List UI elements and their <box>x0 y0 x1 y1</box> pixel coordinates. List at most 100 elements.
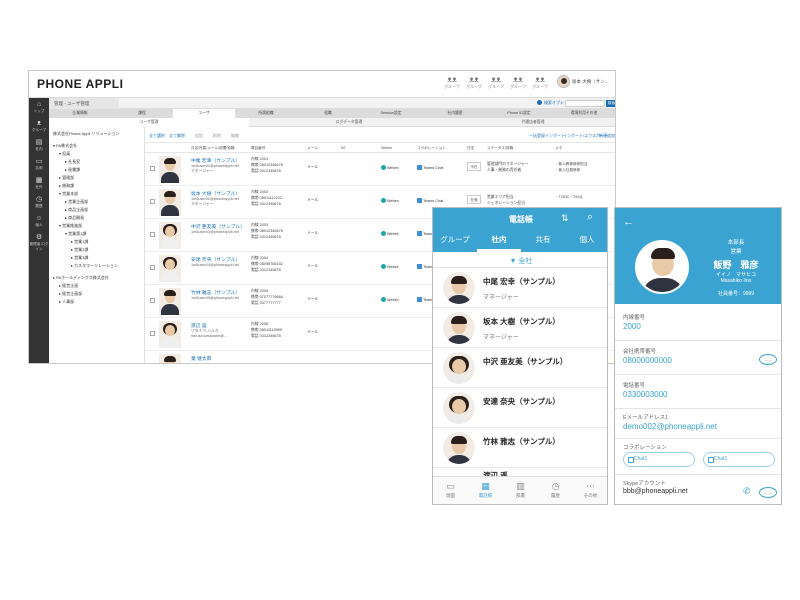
row-checkbox[interactable] <box>150 232 155 237</box>
tab-user[interactable]: ユーザ <box>173 109 235 118</box>
row-checkbox[interactable] <box>150 298 155 303</box>
nav-department[interactable]: ▥ 部署 <box>503 480 538 500</box>
subtab-agency[interactable]: 代理店者管理 <box>449 118 615 127</box>
tab-group[interactable]: グループ <box>433 234 477 245</box>
mobile-number[interactable]: 携帯 08011119999 <box>251 328 282 333</box>
extension-value[interactable]: 2000 <box>623 322 641 331</box>
search-input[interactable] <box>565 100 605 107</box>
webex-link[interactable]: Webex <box>381 165 399 170</box>
tab-position[interactable]: 役職 <box>297 109 359 118</box>
tree-node[interactable]: ▸ 営業1課 <box>71 239 88 244</box>
user-name-link[interactable]: 葉 健太郎 <box>191 355 212 362</box>
chat-button[interactable]: Chat1 <box>703 452 775 467</box>
tree-node[interactable]: ▸ 商品開発 <box>65 215 84 220</box>
tab-course[interactable]: 課程 <box>111 109 173 118</box>
email-value[interactable]: demo002@phoneappli.net <box>623 422 717 431</box>
tree-node[interactable]: ▾ 営業本部 <box>59 191 78 196</box>
teams-chat-link[interactable]: Teams Chat <box>417 165 443 170</box>
extension-number[interactable]: 内線 2006 <box>251 322 268 327</box>
contact-item[interactable]: 坂本 大樹（サンプル） マネージャー <box>433 308 607 348</box>
row-checkbox[interactable] <box>150 199 155 204</box>
group-shortcut[interactable]: ᴥᴥ グループ <box>443 75 461 95</box>
webex-link[interactable]: Webex <box>381 297 399 302</box>
teams-chat-link[interactable]: Teams Chat <box>417 198 443 203</box>
contact-item[interactable]: 竹林 雅志（サンプル） <box>433 428 607 468</box>
select-all-link[interactable]: 全て選択 <box>149 133 165 139</box>
tab-phone-id[interactable]: Phone ID設定 <box>487 109 551 118</box>
tree-node[interactable]: ▸ 経営企画 <box>59 283 78 288</box>
chat-bubble-icon[interactable]: … <box>759 487 777 498</box>
tree-root[interactable]: 株式会社Phone Appli ソリューション <box>53 131 143 136</box>
back-arrow-icon[interactable]: ← <box>623 216 634 228</box>
phone-icon[interactable]: ✆ <box>743 486 751 497</box>
deselect-all-link[interactable]: 全て解除 <box>169 133 185 139</box>
table-row[interactable]: 中尾 宏幸（サンプル） 1m5user01@phoneappli.net マネー… <box>145 153 615 186</box>
tree-node[interactable]: ▾ PA株式会社 <box>53 143 77 148</box>
extension-number[interactable]: 内線 2005 <box>251 289 268 294</box>
user-name-link[interactable]: 竹林 雅志（サンプル） <box>191 289 240 296</box>
phone-number[interactable]: 電話 0312345678 <box>251 334 281 339</box>
row-checkbox[interactable] <box>150 331 155 336</box>
user-name-link[interactable]: 渡辺 遥 <box>191 322 207 329</box>
sidebar-item-external[interactable]: ▦ 社外 <box>29 177 49 190</box>
tree-node[interactable]: ▸ 営業企画部 <box>65 199 88 204</box>
user-name-link[interactable]: 安達 奈央（サンプル） <box>191 256 240 263</box>
tab-shared[interactable]: 共有 <box>521 234 565 245</box>
group-shortcut[interactable]: ᴥᴥ グループ <box>465 75 483 95</box>
webex-link[interactable]: Webex <box>381 198 399 203</box>
user-name-link[interactable]: 中沢 亜友美（サンプル） <box>191 223 245 230</box>
edit-link[interactable]: 編集 <box>231 133 239 139</box>
search-icon[interactable]: ⌕ <box>587 211 593 224</box>
chat-bubble-icon[interactable]: … <box>759 354 777 365</box>
tab-company[interactable]: 企業情報 <box>49 109 111 118</box>
mail-link[interactable]: メール <box>307 231 318 236</box>
tree-node[interactable]: ▾ 営業推進部 <box>59 223 82 228</box>
tree-node[interactable]: ▾ 役員 <box>59 151 70 156</box>
phone-number[interactable]: 電話 0312345678 <box>251 202 281 207</box>
nav-more[interactable]: ⋯ その他 <box>573 480 607 500</box>
tab-personal[interactable]: 個人 <box>565 234 607 245</box>
tree-node[interactable]: ▸ 営業3課 <box>71 255 88 260</box>
phone-number[interactable]: 電話 0312345678 <box>251 268 281 273</box>
user-name[interactable]: 坂本 大樹（サン... <box>572 79 615 85</box>
mobile-number[interactable]: 携帯 08098765432 <box>251 262 283 267</box>
subtab-user-management[interactable]: ユーザ管理 <box>49 118 249 127</box>
webex-link[interactable]: Webex <box>381 231 399 236</box>
extension-number[interactable]: 内線 2001 <box>251 157 268 162</box>
group-shortcut[interactable]: ᴥᴥ グループ <box>487 75 505 95</box>
phone-number[interactable]: 電話 0377777777 <box>251 301 281 306</box>
mobile-number[interactable]: 携帯 08012345678 <box>251 229 283 234</box>
row-checkbox[interactable] <box>150 265 155 270</box>
tree-node[interactable]: ▸ 商品企画部 <box>65 207 88 212</box>
search-button[interactable]: 検索 <box>606 100 615 107</box>
mobile-number[interactable]: 携帯 07077776666 <box>251 295 283 300</box>
tree-node[interactable]: ▸ 管理部 <box>59 175 74 180</box>
group-shortcut[interactable]: ᴥᴥ グループ <box>509 75 527 95</box>
tab-other[interactable]: 環境利用その他 <box>551 109 615 118</box>
tree-node[interactable]: ▸ 秘書課 <box>65 167 80 172</box>
extension-number[interactable]: 内線 2004 <box>251 256 268 261</box>
chat-button[interactable]: Chat1 <box>623 452 695 467</box>
sidebar-item-admin[interactable]: ⚙ 管理者 ログイン <box>29 234 49 252</box>
company-filter[interactable]: ▼ 全社 <box>433 252 607 268</box>
contact-item[interactable]: 安達 奈央（サンプル） <box>433 388 607 428</box>
sort-icon[interactable]: ⇅ <box>561 213 569 224</box>
sidebar-item-top[interactable]: ⌂ トップ <box>29 101 49 114</box>
user-name-link[interactable]: 坂本 大樹（サンプル） <box>191 190 240 197</box>
group-shortcut[interactable]: ᴥᴥ グループ <box>531 75 549 95</box>
bulk-import-link[interactable]: 一括登録インポート <box>529 133 565 139</box>
tree-node[interactable]: ▸ PAホールディングス株式会社 <box>53 275 109 280</box>
subtab-log-data[interactable]: ログデータ管理 <box>249 118 449 127</box>
tree-node[interactable]: ▸ 営業2課 <box>71 247 88 252</box>
tree-node[interactable]: ▸ 経営企画部 <box>59 291 82 296</box>
skype-value[interactable]: bbb@phoneappli.net <box>623 488 688 495</box>
mobile-value[interactable]: 08000000000 <box>623 356 672 365</box>
add-link[interactable]: 追加 <box>195 133 203 139</box>
nav-card[interactable]: ▭ 顔面 <box>433 480 468 500</box>
delete-link[interactable]: 削除 <box>213 133 221 139</box>
mail-link[interactable]: メール <box>307 297 318 302</box>
sidebar-item-personal[interactable]: ☺ 個人 <box>29 215 49 228</box>
phone-number[interactable]: 電話 0312345678 <box>251 235 281 240</box>
tree-node[interactable]: ▸ 社長室 <box>65 159 80 164</box>
contact-item[interactable]: 中尾 宏幸（サンプル） マネージャー <box>433 268 607 308</box>
